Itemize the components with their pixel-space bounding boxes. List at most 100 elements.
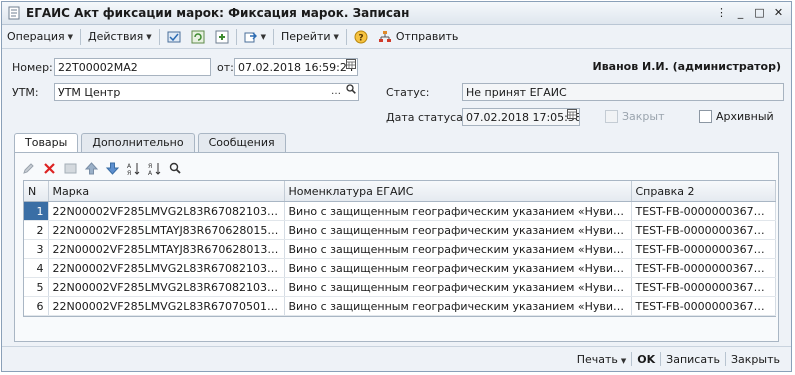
- edit-icon[interactable]: [21, 161, 36, 176]
- column-header-mark[interactable]: Марка: [48, 181, 285, 202]
- calendar-icon: [346, 59, 356, 69]
- date-field[interactable]: 07.02.2018 16:59:24: [234, 58, 358, 76]
- table-row[interactable]: 2 22N00002VF285LMTAYJ83R670628015009... …: [24, 220, 776, 240]
- send-button[interactable]: Отправить: [373, 27, 464, 46]
- sort-descending-icon[interactable]: ЯA: [147, 161, 162, 176]
- certificate-cell: TEST-FB-000000036728102: [631, 258, 776, 278]
- mark-cell: 22N00002VF285LMVG2L83R670821032029...: [48, 277, 285, 297]
- closed-label: Закрыт: [622, 110, 665, 123]
- refresh-button[interactable]: [186, 27, 210, 46]
- operation-label: Операция: [7, 30, 65, 43]
- tab-messages[interactable]: Сообщения: [197, 133, 286, 152]
- nomenclature-cell: Вино с защищенным географическим указани…: [284, 201, 632, 221]
- save-button[interactable]: Записать: [661, 353, 725, 366]
- row-number: 4: [24, 258, 49, 278]
- structure-icon: [378, 30, 391, 42]
- maximize-button[interactable]: □: [751, 5, 768, 20]
- footer-divider: [2, 346, 791, 347]
- tab-bar: Товары Дополнительно Сообщения: [14, 133, 289, 153]
- help-icon: ?: [354, 30, 368, 43]
- nomenclature-cell: Вино с защищенным географическим указани…: [284, 296, 632, 316]
- svg-text:Я: Я: [127, 170, 131, 176]
- number-label: Номер:: [12, 61, 53, 74]
- status-label: Статус:: [386, 86, 430, 99]
- from-label: от:: [217, 61, 234, 74]
- post-document-icon: [167, 31, 181, 42]
- goto-menu[interactable]: Перейти ▼: [276, 27, 344, 46]
- refresh-icon: [191, 30, 205, 43]
- table-row[interactable]: 6 22N00002VF285LMVG2L83R670705017012... …: [24, 296, 776, 316]
- help-button[interactable]: ?: [349, 27, 373, 46]
- calendar-icon: [567, 109, 577, 119]
- print-button[interactable]: Печать ▼: [572, 353, 632, 366]
- end-edit-icon[interactable]: [63, 161, 78, 176]
- goods-table: N Марка Номенклатура ЕГАИС Справка 2 1 2…: [23, 180, 776, 317]
- window-title: ЕГАИС Акт фиксации марок: Фиксация марок…: [26, 6, 410, 20]
- status-calendar-button[interactable]: [565, 109, 579, 125]
- copy-button[interactable]: [210, 27, 234, 46]
- find-icon[interactable]: [168, 161, 183, 176]
- checkbox-box: [605, 110, 618, 123]
- certificate-cell: TEST-FB-000000036728104: [631, 220, 776, 240]
- mark-cell: 22N00002VF285LMTAYJ83R670628015009...: [48, 220, 285, 240]
- tab-goods[interactable]: Товары: [14, 133, 79, 153]
- certificate-cell: TEST-FB-000000036728102: [631, 296, 776, 316]
- toolbar-separator: [273, 28, 274, 45]
- create-based-icon: [244, 32, 257, 42]
- status-field: Не принят ЕГАИС: [462, 83, 784, 101]
- closed-checkbox[interactable]: Закрыт: [605, 110, 665, 123]
- checkbox-box: [699, 110, 712, 123]
- row-number: 5: [24, 277, 49, 297]
- nomenclature-cell: Вино с защищенным географическим указани…: [284, 220, 632, 240]
- sort-ascending-icon[interactable]: AЯ: [126, 161, 141, 176]
- toolbar-separator: [80, 28, 81, 45]
- document-window: ЕГАИС Акт фиксации марок: Фиксация марок…: [1, 1, 792, 372]
- goto-label: Перейти: [281, 30, 331, 43]
- nomenclature-cell: Вино с защищенным географическим указани…: [284, 239, 632, 259]
- close-button[interactable]: Закрыть: [726, 353, 785, 366]
- move-down-icon[interactable]: [105, 161, 120, 176]
- utm-field[interactable]: УТМ Центр: [54, 83, 359, 101]
- actions-menu[interactable]: Действия ▼: [83, 27, 157, 46]
- post-button[interactable]: [162, 27, 186, 46]
- operation-menu[interactable]: Операция ▼: [2, 27, 78, 46]
- status-date-label: Дата статуса:: [386, 111, 467, 124]
- certificate-cell: TEST-FB-000000036728102: [631, 277, 776, 297]
- table-header: N Марка Номенклатура ЕГАИС Справка 2: [24, 181, 776, 202]
- utm-label: УТМ:: [12, 86, 39, 99]
- toolbar-separator: [235, 28, 237, 45]
- nomenclature-cell: Вино с защищенным географическим указани…: [284, 277, 632, 297]
- footer-bar: Печать ▼ OK Записать Закрыть: [572, 352, 785, 366]
- calendar-button[interactable]: [344, 59, 358, 75]
- open-button[interactable]: [344, 84, 358, 100]
- close-window-button[interactable]: ✕: [770, 5, 787, 20]
- send-label: Отправить: [395, 30, 459, 43]
- number-field[interactable]: 22Т00002МА2: [54, 58, 211, 76]
- column-header-nomenclature[interactable]: Номенклатура ЕГАИС: [284, 181, 632, 202]
- certificate-cell: TEST-FB-000000036728104: [631, 239, 776, 259]
- table-row[interactable]: 3 22N00002VF285LMTAYJ83R670628013002... …: [24, 239, 776, 259]
- select-button[interactable]: …: [329, 84, 343, 100]
- tab-additional[interactable]: Дополнительно: [81, 133, 195, 152]
- based-on-button[interactable]: ▼: [239, 27, 271, 46]
- mark-cell: 22N00002VF285LMTAYJ83R670628013002...: [48, 239, 285, 259]
- mark-cell: 22N00002VF285LMVG2L83R670821032000...: [48, 258, 285, 278]
- minimize-button[interactable]: _: [732, 5, 749, 20]
- dropdown-arrow-icon: ▼: [333, 32, 339, 41]
- table-row[interactable]: 5 22N00002VF285LMVG2L83R670821032029... …: [24, 277, 776, 297]
- ok-button[interactable]: OK: [632, 353, 660, 366]
- move-up-icon[interactable]: [84, 161, 99, 176]
- svg-text:A: A: [148, 170, 153, 176]
- window-menu-button[interactable]: ⋮: [713, 5, 730, 20]
- column-header-n[interactable]: N: [24, 181, 49, 202]
- column-header-certificate[interactable]: Справка 2: [631, 181, 776, 202]
- dropdown-arrow-icon: ▼: [67, 32, 73, 41]
- archive-checkbox[interactable]: Архивный: [699, 110, 774, 123]
- search-icon: [346, 84, 356, 94]
- goods-panel: AЯ ЯA N Марка Номенклатура ЕГАИС Справка…: [14, 152, 779, 342]
- table-row[interactable]: 1 22N00002VF285LMVG2L83R670821032000... …: [24, 201, 776, 221]
- table-row[interactable]: 4 22N00002VF285LMVG2L83R670821032000... …: [24, 258, 776, 278]
- add-copy-icon: [215, 30, 229, 43]
- delete-icon[interactable]: [42, 161, 57, 176]
- dropdown-arrow-icon: ▼: [620, 356, 627, 365]
